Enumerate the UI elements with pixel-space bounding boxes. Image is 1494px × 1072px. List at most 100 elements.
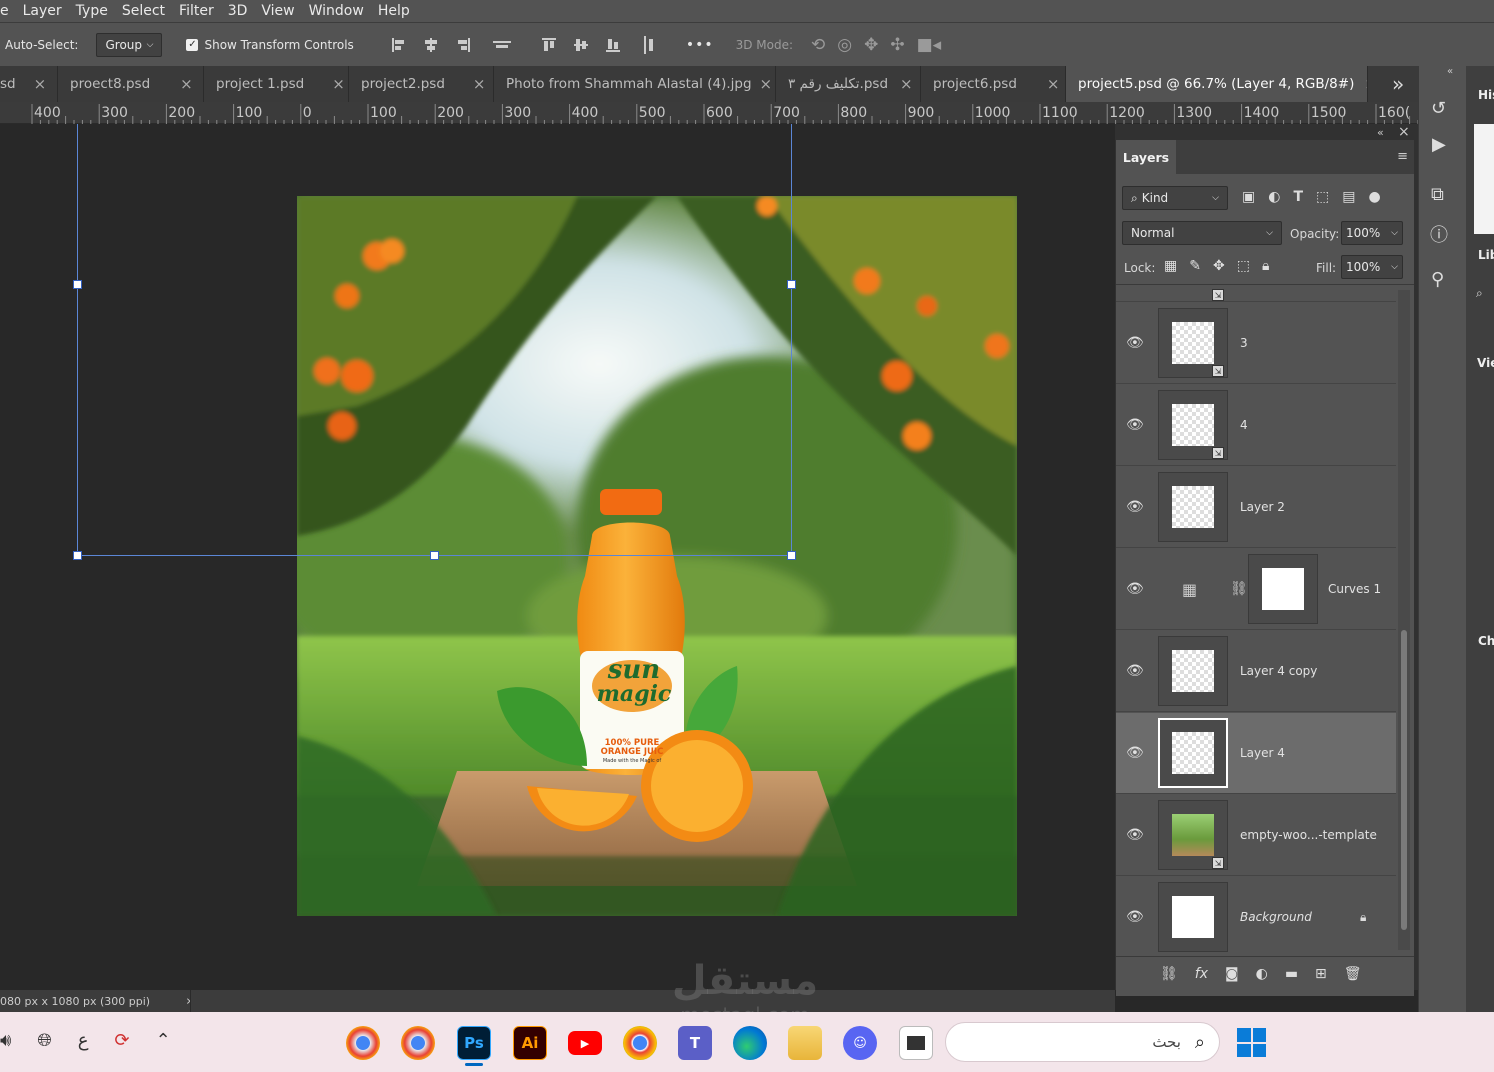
filter-kind-dropdown[interactable]: ⌕ Kind ⌵ xyxy=(1122,186,1228,210)
pixel-filter-icon[interactable]: ▣ xyxy=(1242,189,1255,205)
layer-name[interactable]: empty-woo...-template xyxy=(1240,828,1377,842)
menu-item-layer[interactable]: Layer xyxy=(23,3,62,19)
layer-name[interactable]: 4 xyxy=(1240,418,1248,432)
link-icon[interactable]: ⛓ xyxy=(1160,966,1178,982)
panel-menu-icon[interactable]: ≡ xyxy=(1397,149,1408,164)
eye-icon[interactable]: 👁︎ xyxy=(1126,827,1144,843)
chrome-profile-2-icon[interactable] xyxy=(401,1026,435,1060)
3d-panel-icon[interactable]: ⧉ xyxy=(1431,184,1444,205)
channels-panel-label[interactable]: Ch xyxy=(1478,634,1494,648)
histogram-panel-label[interactable]: His xyxy=(1478,88,1494,102)
transform-handle[interactable] xyxy=(73,551,82,560)
menu-item-view[interactable]: View xyxy=(261,3,294,19)
tab-sd[interactable]: sd × xyxy=(0,66,58,102)
folder-icon[interactable]: ▬ xyxy=(1285,966,1298,982)
app-window-icon[interactable] xyxy=(899,1026,933,1060)
chrome-icon[interactable] xyxy=(623,1026,657,1060)
clone-source-icon[interactable]: ⚲ xyxy=(1431,269,1444,290)
align-middle-v-icon[interactable] xyxy=(572,36,590,54)
filter-toggle-icon[interactable]: ● xyxy=(1368,189,1380,205)
info-icon[interactable]: ⓘ xyxy=(1430,221,1448,247)
taskbar-search-box[interactable]: بحث ⌕ xyxy=(945,1022,1220,1062)
layer-row-layer2[interactable]: 👁︎ Layer 2 xyxy=(1116,467,1396,548)
align-right-icon[interactable] xyxy=(454,36,472,54)
distribute-h-icon[interactable] xyxy=(492,36,512,54)
fill-field[interactable]: 100% ⌵ xyxy=(1341,255,1403,279)
eye-icon[interactable]: 👁︎ xyxy=(1126,499,1144,515)
transform-bounding-box[interactable] xyxy=(77,124,792,556)
align-left-icon[interactable] xyxy=(390,36,408,54)
transform-handle[interactable] xyxy=(430,551,439,560)
eye-icon[interactable]: 👁︎ xyxy=(1126,909,1144,925)
layers-tab[interactable]: Layers xyxy=(1116,140,1176,174)
transform-handle[interactable] xyxy=(787,280,796,289)
menu-item-window[interactable]: Window xyxy=(309,3,364,19)
eye-icon[interactable]: 👁︎ xyxy=(1126,745,1144,761)
layers-scrollbar[interactable] xyxy=(1398,290,1410,950)
new-layer-icon[interactable]: ⊞ xyxy=(1315,966,1327,982)
history-icon[interactable]: ↺ xyxy=(1431,98,1446,119)
auto-select-dropdown[interactable]: Group ⌵ xyxy=(96,32,163,57)
tab-arabic-assignment[interactable]: تكليف رقم ٣.psd × xyxy=(776,66,921,102)
layer-name[interactable]: Layer 2 xyxy=(1240,500,1285,514)
layer-row-template[interactable]: 👁︎ ⇲ empty-woo...-template xyxy=(1116,795,1396,876)
layer-name[interactable]: Background xyxy=(1240,910,1312,924)
type-filter-icon[interactable]: T xyxy=(1293,189,1303,205)
close-icon[interactable]: × xyxy=(473,75,486,93)
tabs-overflow-button[interactable]: » xyxy=(1368,66,1404,102)
layer-name[interactable]: Layer 4 xyxy=(1240,746,1285,760)
align-bottom-icon[interactable] xyxy=(604,36,622,54)
layer-row-background[interactable]: 👁︎ Background 🔒︎ xyxy=(1116,877,1396,955)
close-icon[interactable]: × xyxy=(900,75,913,93)
volume-icon[interactable]: 🔊︎ xyxy=(0,1030,11,1051)
layer-row-partial[interactable]: ⇲ xyxy=(1116,285,1396,302)
file-explorer-icon[interactable] xyxy=(788,1026,822,1060)
transform-handle[interactable] xyxy=(787,551,796,560)
orbit-icon[interactable]: ⟲ xyxy=(811,35,825,55)
menu-item-type[interactable]: Type xyxy=(76,3,108,19)
layer-row-4[interactable]: 👁︎ ⇲ 4 xyxy=(1116,385,1396,466)
layer-row-3[interactable]: 👁︎ ⇲ 3 xyxy=(1116,303,1396,384)
menu-item-3d[interactable]: 3D xyxy=(228,3,248,19)
actions-play-icon[interactable]: ▶ xyxy=(1432,134,1446,155)
align-center-h-icon[interactable] xyxy=(422,36,440,54)
tab-project6[interactable]: project6.psd × xyxy=(921,66,1066,102)
menu-item-help[interactable]: Help xyxy=(378,3,410,19)
close-icon[interactable]: × xyxy=(760,75,773,93)
eye-icon[interactable]: 👁︎ xyxy=(1126,335,1144,351)
transform-handle[interactable] xyxy=(73,280,82,289)
illustrator-icon[interactable]: Ai xyxy=(513,1026,547,1060)
layer-row-layer4-copy[interactable]: 👁︎ Layer 4 copy xyxy=(1116,631,1396,712)
close-icon[interactable]: × xyxy=(1398,124,1410,140)
chevron-up-icon[interactable]: ⌃ xyxy=(156,1030,171,1051)
tab-project1[interactable]: project 1.psd × xyxy=(204,66,349,102)
tab-project2[interactable]: project2.psd × xyxy=(349,66,494,102)
view-panel-label[interactable]: Vie xyxy=(1477,356,1494,370)
show-transform-checkbox[interactable]: ✓ xyxy=(186,38,199,51)
search-icon[interactable]: ⌕ xyxy=(1476,286,1483,301)
close-icon[interactable]: × xyxy=(180,75,193,93)
lock-artboard-icon[interactable]: ⬚ xyxy=(1237,258,1250,274)
adjustment-filter-icon[interactable]: ◐ xyxy=(1268,189,1280,205)
more-options-button[interactable]: ••• xyxy=(686,37,714,53)
teams-icon[interactable]: T xyxy=(678,1026,712,1060)
close-icon[interactable]: × xyxy=(34,75,47,93)
lock-transparency-icon[interactable]: ▦ xyxy=(1164,258,1177,274)
smart-object-filter-icon[interactable]: ▤ xyxy=(1342,189,1355,205)
photoshop-icon[interactable]: Ps xyxy=(457,1026,491,1060)
shape-filter-icon[interactable]: ⬚ xyxy=(1316,189,1329,205)
blend-mode-dropdown[interactable]: Normal ⌵ xyxy=(1122,221,1282,245)
mask-icon[interactable]: ◙ xyxy=(1225,966,1239,982)
menu-item-select[interactable]: Select xyxy=(122,3,165,19)
scrollbar-thumb[interactable] xyxy=(1401,630,1407,930)
eye-icon[interactable]: 👁︎ xyxy=(1126,663,1144,679)
lock-image-icon[interactable]: ✎ xyxy=(1189,258,1201,274)
opacity-field[interactable]: 100% ⌵ xyxy=(1341,221,1403,245)
layer-name[interactable]: Layer 4 copy xyxy=(1240,664,1317,678)
tab-project5-active[interactable]: project5.psd @ 66.7% (Layer 4, RGB/8#)× xyxy=(1066,66,1368,102)
edge-icon[interactable] xyxy=(733,1026,767,1060)
distribute-v-icon[interactable] xyxy=(642,35,656,55)
youtube-icon[interactable]: ▶ xyxy=(568,1031,602,1055)
tab-photo-shammah[interactable]: Photo from Shammah Alastal (4).jpg × xyxy=(494,66,776,102)
libraries-panel-label[interactable]: Lib xyxy=(1478,248,1494,262)
